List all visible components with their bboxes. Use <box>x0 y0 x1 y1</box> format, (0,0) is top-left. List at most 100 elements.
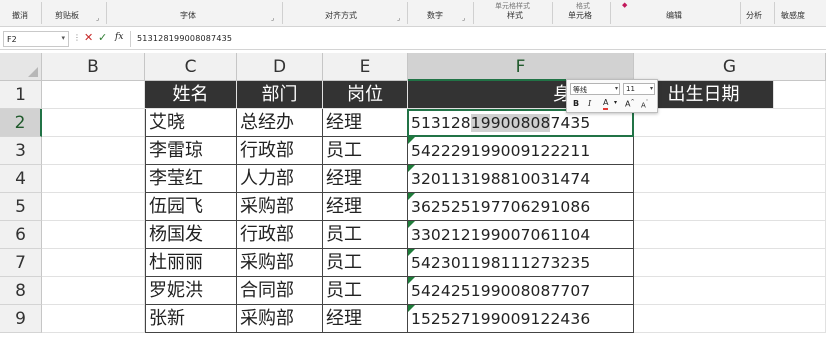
number-launcher-icon[interactable]: ⌟ <box>462 14 465 22</box>
column-header-e[interactable]: E <box>323 53 408 81</box>
column-header-d[interactable]: D <box>237 53 323 81</box>
cell-g9[interactable] <box>634 305 826 333</box>
chevron-down-icon[interactable]: ▾ <box>615 85 618 92</box>
cell-post-3[interactable]: 员工 <box>323 137 408 165</box>
error-indicator-icon[interactable] <box>408 277 415 284</box>
select-all-button[interactable] <box>0 53 42 81</box>
error-indicator-icon[interactable] <box>408 249 415 256</box>
alignment-launcher-icon[interactable]: ⌟ <box>397 14 400 22</box>
ribbon-group-number[interactable]: 数字 <box>427 10 443 21</box>
cancel-icon[interactable]: ✕ <box>84 31 93 44</box>
header-cell-post[interactable]: 岗位 <box>323 81 408 109</box>
cell-g7[interactable] <box>634 249 826 277</box>
cell-post-5[interactable]: 经理 <box>323 193 408 221</box>
cell-g6[interactable] <box>634 221 826 249</box>
cell-b8[interactable] <box>42 277 145 305</box>
row-header-6[interactable]: 6 <box>0 221 42 249</box>
error-indicator-icon[interactable] <box>408 193 415 200</box>
chevron-down-icon[interactable]: ▾ <box>61 34 65 42</box>
cell-id-2[interactable]: 513128199008087435 <box>408 109 634 137</box>
insert-function-icon[interactable]: fx <box>115 32 123 42</box>
eraser-icon[interactable]: ◆ <box>622 1 627 9</box>
cell-h1[interactable] <box>774 81 826 109</box>
cell-name-2[interactable]: 艾晓 <box>145 109 237 137</box>
cell-dept-4[interactable]: 人力部 <box>237 165 323 193</box>
row-header-9[interactable]: 9 <box>0 305 42 333</box>
cell-id-6[interactable]: 330212199007061104 <box>408 221 634 249</box>
cell-post-8[interactable]: 员工 <box>323 277 408 305</box>
cell-dept-9[interactable]: 采购部 <box>237 305 323 333</box>
drag-handle-icon[interactable]: ⋮ <box>73 33 81 42</box>
font-color-button[interactable]: A <box>603 98 609 110</box>
cell-dept-6[interactable]: 行政部 <box>237 221 323 249</box>
cell-post-4[interactable]: 经理 <box>323 165 408 193</box>
cell-g3[interactable] <box>634 137 826 165</box>
cell-id-3[interactable]: 542229199009122211 <box>408 137 634 165</box>
cell-name-4[interactable]: 李莹红 <box>145 165 237 193</box>
cell-dept-8[interactable]: 合同部 <box>237 277 323 305</box>
cell-b5[interactable] <box>42 193 145 221</box>
cell-b2[interactable] <box>42 109 145 137</box>
cell-dept-2[interactable]: 总经办 <box>237 109 323 137</box>
font-name-select[interactable]: 等线 ▾ <box>570 83 620 95</box>
grow-font-button[interactable]: A^ <box>625 99 635 109</box>
ribbon-group-styles[interactable]: 样式 <box>507 10 523 21</box>
cell-id-9[interactable]: 152527199009122436 <box>408 305 634 333</box>
cell-g8[interactable] <box>634 277 826 305</box>
column-header-g[interactable]: G <box>634 53 826 81</box>
cell-name-7[interactable]: 杜丽丽 <box>145 249 237 277</box>
name-box[interactable]: F2 ▾ <box>3 31 69 47</box>
cell-b6[interactable] <box>42 221 145 249</box>
clipboard-launcher-icon[interactable]: ⌟ <box>96 14 99 22</box>
error-indicator-icon[interactable] <box>408 137 415 144</box>
cell-post-6[interactable]: 员工 <box>323 221 408 249</box>
enter-icon[interactable]: ✓ <box>98 31 107 44</box>
header-cell-dept[interactable]: 部门 <box>237 81 323 109</box>
font-size-select[interactable]: 11 ▾ <box>623 83 655 95</box>
cell-dept-3[interactable]: 行政部 <box>237 137 323 165</box>
cell-b3[interactable] <box>42 137 145 165</box>
cell-id-5[interactable]: 362525197706291086 <box>408 193 634 221</box>
shrink-font-button[interactable]: Aˇ <box>641 100 648 109</box>
ribbon-group-font[interactable]: 字体 <box>180 10 196 21</box>
cell-g5[interactable] <box>634 193 826 221</box>
error-indicator-icon[interactable] <box>408 221 415 228</box>
ribbon-group-undo[interactable]: 撤消 <box>12 10 28 21</box>
italic-button[interactable]: I <box>588 99 591 108</box>
cell-name-6[interactable]: 杨国发 <box>145 221 237 249</box>
bold-button[interactable]: B <box>573 99 579 108</box>
ribbon-group-sensitivity[interactable]: 敏感度 <box>781 10 805 21</box>
header-cell-name[interactable]: 姓名 <box>145 81 237 109</box>
cell-g4[interactable] <box>634 165 826 193</box>
ribbon-group-clipboard[interactable]: 剪贴板 <box>55 10 79 21</box>
ribbon-group-editing[interactable]: 编辑 <box>666 10 682 21</box>
name-box-value[interactable]: F2 <box>7 35 17 44</box>
column-header-f[interactable]: F <box>408 53 634 81</box>
cell-post-2[interactable]: 经理 <box>323 109 408 137</box>
formula-input[interactable]: 513128199008087435 <box>137 34 232 43</box>
cell-post-9[interactable]: 经理 <box>323 305 408 333</box>
cell-name-9[interactable]: 张新 <box>145 305 237 333</box>
error-indicator-icon[interactable] <box>408 305 415 312</box>
column-header-b[interactable]: B <box>42 53 145 81</box>
row-header-3[interactable]: 3 <box>0 137 42 165</box>
row-header-2[interactable]: 2 <box>0 109 42 137</box>
cell-post-7[interactable]: 员工 <box>323 249 408 277</box>
cell-dept-7[interactable]: 采购部 <box>237 249 323 277</box>
cell-name-8[interactable]: 罗妮洪 <box>145 277 237 305</box>
ribbon-group-cells[interactable]: 单元格 <box>568 10 592 21</box>
cell-b4[interactable] <box>42 165 145 193</box>
cell-b1[interactable] <box>42 81 145 109</box>
font-launcher-icon[interactable]: ⌟ <box>271 14 274 22</box>
cell-name-5[interactable]: 伍园飞 <box>145 193 237 221</box>
cell-b7[interactable] <box>42 249 145 277</box>
column-header-c[interactable]: C <box>145 53 237 81</box>
cell-g2[interactable] <box>634 109 826 137</box>
chevron-down-icon[interactable]: ▾ <box>650 85 653 92</box>
error-indicator-icon[interactable] <box>408 165 415 172</box>
row-header-4[interactable]: 4 <box>0 165 42 193</box>
cell-id-4[interactable]: 320113198810031474 <box>408 165 634 193</box>
row-header-8[interactable]: 8 <box>0 277 42 305</box>
ribbon-group-alignment[interactable]: 对齐方式 <box>325 10 357 21</box>
chevron-down-icon[interactable]: ▾ <box>614 99 617 106</box>
